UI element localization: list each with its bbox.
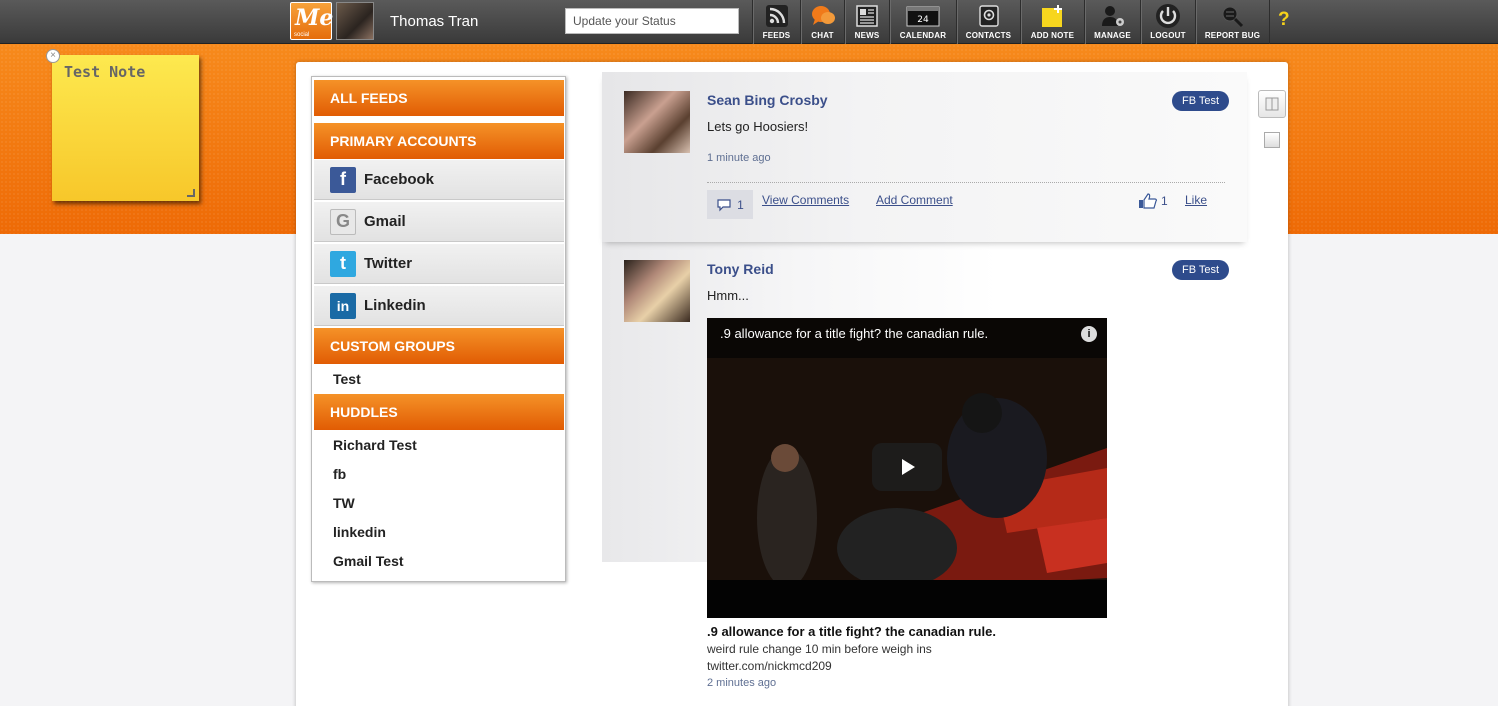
sidebar-item-linkedin[interactable]: in Linkedin: [314, 286, 564, 326]
nav-logout[interactable]: LOGOUT: [1140, 0, 1195, 44]
logo-subtext: social: [294, 32, 310, 38]
nav-manage[interactable]: MANAGE: [1084, 0, 1140, 44]
nav-add-note-label: ADD NOTE: [1030, 31, 1075, 40]
columns-icon: [1265, 97, 1279, 111]
like-count[interactable]: 1: [1138, 193, 1168, 209]
nav-contacts[interactable]: CONTACTS: [956, 0, 1020, 44]
svg-text:24: 24: [917, 15, 929, 25]
post-timestamp: 2 minutes ago: [707, 677, 777, 689]
sidebar-item-label: Twitter: [364, 255, 413, 272]
power-icon: [1155, 3, 1181, 29]
sidebar-item-gmail[interactable]: G Gmail: [314, 202, 564, 242]
comment-icon: [717, 198, 731, 211]
sidebar-item-group[interactable]: Test: [333, 371, 361, 387]
close-icon[interactable]: ×: [46, 49, 60, 63]
sidebar-item-label: Linkedin: [364, 297, 426, 314]
account-badge: FB Test: [1172, 260, 1230, 280]
info-icon[interactable]: i: [1081, 326, 1097, 342]
link-description: weird rule change 10 min before weigh in…: [707, 642, 932, 656]
manage-icon: [1100, 3, 1126, 29]
app-logo[interactable]: Me social: [290, 2, 334, 40]
link-source: twitter.com/nickmcd209: [707, 659, 832, 673]
nav-logout-label: LOGOUT: [1150, 31, 1186, 40]
layout-single-button[interactable]: [1264, 132, 1280, 148]
calendar-icon: 24: [906, 3, 940, 29]
username[interactable]: Thomas Tran: [390, 13, 478, 30]
nav-chat-label: CHAT: [811, 31, 834, 40]
nav-chat[interactable]: CHAT: [800, 0, 844, 44]
sidebar-item-huddle[interactable]: Gmail Test: [333, 553, 404, 569]
main-nav: FEEDS CHAT NEWS 24 CALENDAR CONTACTS ADD…: [752, 0, 1270, 44]
nav-feeds-label: FEEDS: [762, 31, 791, 40]
nav-contacts-label: CONTACTS: [965, 31, 1012, 40]
comment-count: 1: [737, 197, 744, 212]
like-link[interactable]: Like: [1185, 193, 1207, 207]
sticky-note[interactable]: × Test Note: [46, 49, 199, 201]
status-input[interactable]: [565, 8, 739, 34]
sidebar: ALL FEEDS PRIMARY ACCOUNTS f Facebook G …: [311, 76, 566, 582]
divider: [707, 182, 1225, 183]
play-icon: [902, 459, 915, 475]
video-player[interactable]: .9 allowance for a title fight? the cana…: [707, 318, 1107, 618]
post-text: Hmm...: [707, 288, 749, 303]
comment-count-button[interactable]: 1: [707, 190, 753, 219]
sidebar-item-label: Facebook: [364, 171, 435, 188]
linkedin-icon: in: [330, 292, 356, 319]
top-navigation-bar: Me social Thomas Tran FEEDS CHAT NEWS 24: [0, 0, 1498, 44]
nav-add-note[interactable]: ADD NOTE: [1020, 0, 1084, 44]
sidebar-item-twitter[interactable]: t Twitter: [314, 244, 564, 284]
custom-groups-header: CUSTOM GROUPS: [314, 328, 564, 364]
layout-toggle-button[interactable]: [1258, 90, 1286, 118]
avatar[interactable]: [624, 260, 690, 322]
help-icon[interactable]: ?: [1278, 9, 1290, 31]
google-icon: G: [330, 208, 356, 235]
nav-calendar[interactable]: 24 CALENDAR: [889, 0, 956, 44]
note-title[interactable]: Test Note: [64, 63, 145, 81]
huddles-header: HUDDLES: [314, 394, 564, 430]
sidebar-item-huddle[interactable]: fb: [333, 466, 346, 482]
sidebar-item-huddle[interactable]: Richard Test: [333, 437, 417, 453]
link-title[interactable]: .9 allowance for a title fight? the cana…: [707, 624, 996, 639]
add-comment-link[interactable]: Add Comment: [876, 193, 953, 207]
nav-calendar-label: CALENDAR: [899, 31, 947, 40]
sidebar-item-facebook[interactable]: f Facebook: [314, 160, 564, 200]
all-feeds-header[interactable]: ALL FEEDS: [314, 80, 564, 116]
add-note-icon: [1040, 3, 1066, 29]
video-title: .9 allowance for a title fight? the cana…: [720, 326, 989, 341]
nav-manage-label: MANAGE: [1094, 31, 1131, 40]
nav-news-label: NEWS: [854, 31, 880, 40]
view-comments-link[interactable]: View Comments: [762, 193, 849, 207]
contacts-icon: [976, 3, 1002, 29]
news-icon: [854, 3, 880, 29]
account-badge: FB Test: [1172, 91, 1230, 111]
thumbs-up-icon: [1139, 193, 1158, 209]
nav-feeds[interactable]: FEEDS: [752, 0, 800, 44]
bug-icon: [1220, 3, 1246, 29]
post-author[interactable]: Sean Bing Crosby: [707, 92, 828, 108]
primary-accounts-header: PRIMARY ACCOUNTS: [314, 123, 564, 159]
twitter-icon: t: [330, 250, 356, 277]
nav-news[interactable]: NEWS: [844, 0, 889, 44]
sidebar-item-huddle[interactable]: TW: [333, 495, 355, 511]
like-count-value: 1: [1161, 194, 1168, 208]
sidebar-item-huddle[interactable]: linkedin: [333, 524, 386, 540]
sidebar-item-label: Gmail: [364, 213, 406, 230]
chat-icon: [810, 3, 836, 29]
user-avatar[interactable]: [336, 2, 374, 40]
post-text: Lets go Hoosiers!: [707, 119, 809, 134]
nav-report-bug[interactable]: REPORT BUG: [1195, 0, 1270, 44]
play-button[interactable]: [872, 443, 942, 491]
facebook-icon: f: [330, 166, 356, 193]
rss-icon: [764, 3, 790, 29]
post-timestamp: 1 minute ago: [707, 152, 771, 164]
logo-text: Me: [295, 5, 334, 31]
avatar[interactable]: [624, 91, 690, 153]
feed-post: Sean Bing Crosby FB Test Lets go Hoosier…: [602, 72, 1247, 242]
nav-report-bug-label: REPORT BUG: [1204, 31, 1261, 40]
post-author[interactable]: Tony Reid: [707, 261, 774, 277]
resize-handle-icon[interactable]: [187, 189, 195, 197]
